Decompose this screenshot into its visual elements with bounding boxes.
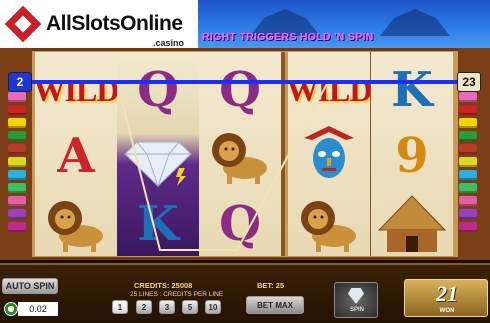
bet-display: BET: 25	[257, 281, 285, 290]
line-button-2[interactable]: 2	[136, 300, 152, 314]
win-label: WON	[439, 308, 455, 314]
line-button-1[interactable]: 1	[112, 300, 128, 314]
line-button-5[interactable]: 5	[182, 300, 198, 314]
coin-value[interactable]: 0.02	[18, 302, 58, 316]
spin-button[interactable]: SPIN	[334, 282, 378, 318]
line-button-10[interactable]: 10	[205, 300, 221, 314]
lines-caption: 25 LINES : CREDITS PER LINE	[130, 291, 224, 298]
bet-max-button[interactable]: BET MAX	[246, 296, 304, 314]
line-button-3[interactable]: 3	[159, 300, 175, 314]
win-display: 21 WON	[404, 279, 488, 317]
payline-number-right[interactable]: 23	[457, 72, 481, 92]
payline-bar	[26, 80, 462, 84]
spin-label: SPIN	[349, 307, 364, 313]
payline-number-left[interactable]: 2	[8, 72, 32, 92]
coin-chip-icon[interactable]	[4, 302, 18, 316]
slot-game-screen: AllSlotsOnline .casino RIGHT TRIGGERS HO…	[0, 0, 490, 323]
win-amount: 21	[436, 281, 458, 306]
credits-display: CREDITS: 25008	[134, 281, 193, 290]
auto-spin-button[interactable]: AUTO SPIN	[2, 278, 58, 294]
diamond-icon	[348, 288, 364, 304]
